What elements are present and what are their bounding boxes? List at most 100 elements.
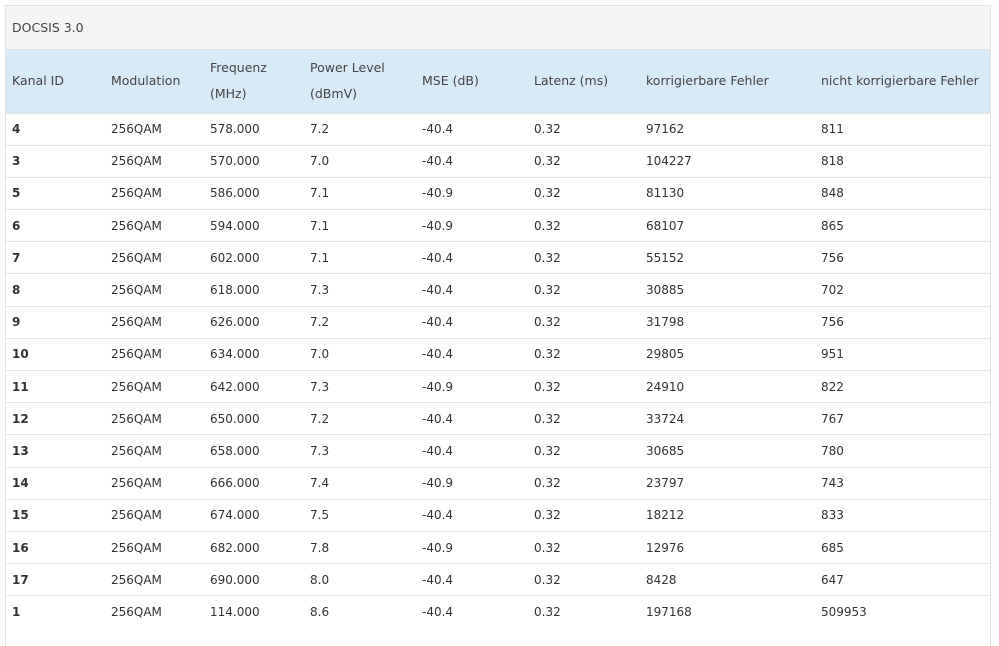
cell-frequenz: 586.000 — [204, 176, 304, 210]
cell-korrigierbare-fehler: 104227 — [640, 144, 815, 178]
cell-nicht-korrigierbare-fehler: 865 — [815, 209, 990, 242]
cell-nicht-korrigierbare-fehler: 822 — [815, 369, 990, 403]
cell-modulation: 256QAM — [105, 369, 204, 403]
cell-nicht-korrigierbare-fehler: 848 — [815, 176, 990, 210]
header-frequenz: Frequenz (MHz) — [210, 60, 267, 102]
cell-modulation: 256QAM — [105, 176, 204, 210]
cell-frequenz: 594.000 — [204, 209, 304, 242]
cell-kanal-id: 7 — [6, 241, 105, 274]
cell-frequenz: 666.000 — [204, 466, 304, 500]
cell-modulation: 256QAM — [105, 241, 204, 274]
cell-latenz: 0.32 — [528, 434, 640, 468]
cell-frequenz: 674.000 — [204, 498, 304, 532]
header-mse: MSE (dB) — [422, 73, 479, 89]
cell-mse: -40.9 — [416, 176, 528, 210]
cell-latenz: 0.32 — [528, 466, 640, 500]
cell-frequenz: 626.000 — [204, 305, 304, 339]
table-row: 7 256QAM 602.000 7.1 -40.4 0.32 55152 756 — [6, 241, 990, 274]
cell-modulation: 256QAM — [105, 337, 204, 371]
cell-power-level: 7.4 — [304, 466, 416, 500]
cell-korrigierbare-fehler: 12976 — [640, 530, 815, 564]
table-row: 17 256QAM 690.000 8.0 -40.4 0.32 8428 647 — [6, 563, 990, 596]
cell-frequenz: 658.000 — [204, 434, 304, 468]
cell-korrigierbare-fehler: 23797 — [640, 466, 815, 500]
cell-mse: -40.4 — [416, 563, 528, 596]
cell-mse: -40.9 — [416, 530, 528, 564]
cell-mse: -40.4 — [416, 241, 528, 274]
cell-mse: -40.4 — [416, 402, 528, 435]
cell-frequenz: 642.000 — [204, 369, 304, 403]
cell-mse: -40.4 — [416, 112, 528, 146]
cell-modulation: 256QAM — [105, 434, 204, 468]
cell-latenz: 0.32 — [528, 369, 640, 403]
cell-power-level: 8.0 — [304, 563, 416, 596]
cell-power-level: 7.2 — [304, 305, 416, 339]
cell-frequenz: 602.000 — [204, 241, 304, 274]
cell-korrigierbare-fehler: 30685 — [640, 434, 815, 468]
cell-modulation: 256QAM — [105, 112, 204, 146]
cell-kanal-id: 5 — [6, 176, 105, 210]
header-power-level: Power Level (dBmV) — [310, 60, 385, 102]
cell-kanal-id: 3 — [6, 144, 105, 178]
cell-power-level: 7.3 — [304, 434, 416, 468]
table-header-row: Kanal ID Modulation Frequenz (MHz) Power… — [6, 50, 990, 113]
cell-power-level: 7.8 — [304, 530, 416, 564]
cell-nicht-korrigierbare-fehler: 951 — [815, 337, 990, 371]
cell-modulation: 256QAM — [105, 273, 204, 307]
cell-latenz: 0.32 — [528, 176, 640, 210]
cell-power-level: 7.1 — [304, 209, 416, 242]
header-korrigierbare-fehler: korrigierbare Fehler — [646, 73, 769, 89]
cell-modulation: 256QAM — [105, 144, 204, 178]
cell-kanal-id: 13 — [6, 434, 105, 468]
cell-mse: -40.4 — [416, 305, 528, 339]
table-row: 6 256QAM 594.000 7.1 -40.9 0.32 68107 865 — [6, 209, 990, 242]
cell-nicht-korrigierbare-fehler: 702 — [815, 273, 990, 307]
cell-modulation: 256QAM — [105, 530, 204, 564]
table-row: 12 256QAM 650.000 7.2 -40.4 0.32 33724 767 — [6, 402, 990, 435]
cell-nicht-korrigierbare-fehler: 811 — [815, 112, 990, 146]
cell-nicht-korrigierbare-fehler: 818 — [815, 144, 990, 178]
cell-nicht-korrigierbare-fehler: 756 — [815, 241, 990, 274]
cell-nicht-korrigierbare-fehler: 756 — [815, 305, 990, 339]
cell-korrigierbare-fehler: 97162 — [640, 112, 815, 146]
cell-latenz: 0.32 — [528, 498, 640, 532]
cell-latenz: 0.32 — [528, 112, 640, 146]
cell-mse: -40.9 — [416, 369, 528, 403]
cell-korrigierbare-fehler: 29805 — [640, 337, 815, 371]
header-latenz: Latenz (ms) — [534, 73, 609, 89]
cell-modulation: 256QAM — [105, 209, 204, 242]
cell-latenz: 0.32 — [528, 530, 640, 564]
table-row: 9 256QAM 626.000 7.2 -40.4 0.32 31798 756 — [6, 305, 990, 339]
cell-korrigierbare-fehler: 31798 — [640, 305, 815, 339]
cell-nicht-korrigierbare-fehler: 509953 — [815, 595, 990, 628]
cell-kanal-id: 14 — [6, 466, 105, 500]
cell-kanal-id: 6 — [6, 209, 105, 242]
table-row: 4 256QAM 578.000 7.2 -40.4 0.32 97162 811 — [6, 112, 990, 146]
cell-kanal-id: 9 — [6, 305, 105, 339]
cell-mse: -40.4 — [416, 144, 528, 178]
cell-latenz: 0.32 — [528, 241, 640, 274]
cell-latenz: 0.32 — [528, 144, 640, 178]
cell-kanal-id: 11 — [6, 369, 105, 403]
header-nicht-korrigierbare-fehler: nicht korrigierbare Fehler — [821, 73, 979, 89]
cell-kanal-id: 4 — [6, 112, 105, 146]
cell-kanal-id: 15 — [6, 498, 105, 532]
cell-korrigierbare-fehler: 18212 — [640, 498, 815, 532]
cell-kanal-id: 16 — [6, 530, 105, 564]
cell-mse: -40.4 — [416, 595, 528, 628]
cell-frequenz: 682.000 — [204, 530, 304, 564]
cell-mse: -40.4 — [416, 337, 528, 371]
cell-latenz: 0.32 — [528, 305, 640, 339]
cell-frequenz: 114.000 — [204, 595, 304, 628]
cell-frequenz: 570.000 — [204, 144, 304, 178]
table-row: 1 256QAM 114.000 8.6 -40.4 0.32 197168 509953 — [6, 595, 990, 628]
cell-frequenz: 690.000 — [204, 563, 304, 596]
cell-latenz: 0.32 — [528, 209, 640, 242]
table-row: 3 256QAM 570.000 7.0 -40.4 0.32 104227 818 — [6, 144, 990, 178]
cell-power-level: 7.0 — [304, 144, 416, 178]
cell-korrigierbare-fehler: 197168 — [640, 595, 815, 628]
cell-mse: -40.4 — [416, 498, 528, 532]
docsis-panel: DOCSIS 3.0 Kanal ID Modulation Frequenz … — [5, 5, 991, 646]
cell-kanal-id: 17 — [6, 563, 105, 596]
cell-nicht-korrigierbare-fehler: 685 — [815, 530, 990, 564]
